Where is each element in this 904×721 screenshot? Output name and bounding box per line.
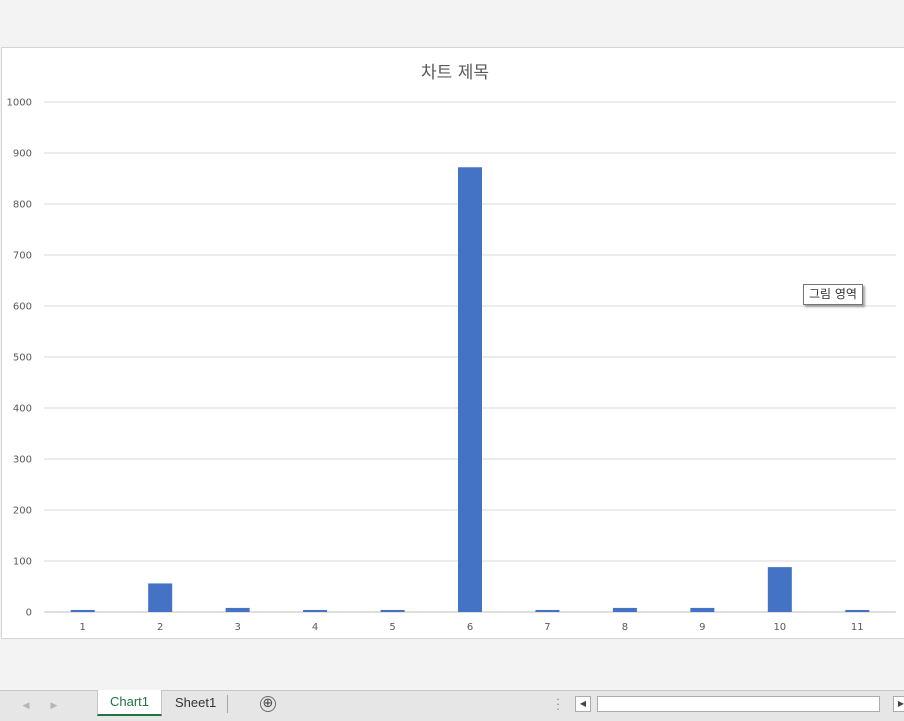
x-tick-label: 9 <box>699 622 705 633</box>
bar[interactable] <box>457 167 483 612</box>
x-tick-label: 8 <box>622 622 628 633</box>
chart-area[interactable]: 차트 제목 0 100 200 300 400 500 600 700 800 900 1000 1… <box>1 47 904 639</box>
splitter-handle-icon[interactable]: · · · <box>556 694 560 715</box>
add-sheet-icon[interactable]: ⊕ <box>260 696 276 712</box>
x-tick-label: 6 <box>467 622 473 633</box>
bar[interactable] <box>535 609 560 612</box>
bar[interactable] <box>225 607 250 612</box>
scroll-right-icon[interactable]: ▶ <box>893 696 904 712</box>
chart-plot: 차트 제목 0 100 200 300 400 500 600 700 800 900 1000 1… <box>7 63 896 633</box>
tab-divider <box>227 695 228 713</box>
bar[interactable] <box>690 607 715 612</box>
bar[interactable] <box>70 609 95 612</box>
y-tick-label: 100 <box>13 557 32 568</box>
y-tick-label: 700 <box>13 251 32 262</box>
scroll-track[interactable] <box>597 696 880 712</box>
horizontal-scrollbar[interactable]: ◀ ▶ <box>575 696 904 712</box>
tab-chart1[interactable]: Chart1 <box>97 690 163 716</box>
y-tick-label: 0 <box>26 608 32 619</box>
y-tick-label: 1000 <box>7 98 32 109</box>
x-tick-label: 2 <box>157 622 163 633</box>
y-tick-label: 400 <box>13 404 32 415</box>
bar[interactable] <box>612 607 637 612</box>
x-tick-label: 4 <box>312 622 318 633</box>
scroll-left-icon[interactable]: ◀ <box>575 696 591 712</box>
scroll-tabs-right-icon[interactable]: ▶ <box>48 699 60 713</box>
workspace-background <box>0 646 904 690</box>
ribbon-area <box>0 0 904 44</box>
plot-area-tooltip: 그림 영역 <box>803 284 863 305</box>
y-tick-label: 500 <box>13 353 32 364</box>
y-tick-label: 200 <box>13 506 32 517</box>
x-tick-label: 7 <box>544 622 550 633</box>
bar[interactable] <box>380 609 405 612</box>
tab-sheet1[interactable]: Sheet1 <box>163 691 228 715</box>
y-tick-label: 600 <box>13 302 32 313</box>
x-tick-label: 3 <box>234 622 240 633</box>
bar[interactable] <box>845 609 870 612</box>
scroll-tabs-left-icon[interactable]: ◀ <box>20 699 32 713</box>
x-tick-label: 5 <box>389 622 395 633</box>
bar[interactable] <box>767 567 792 612</box>
x-tick-label: 10 <box>773 622 786 633</box>
y-tick-label: 800 <box>13 200 32 211</box>
sheet-tab-bar: ◀ ▶ Chart1 Sheet1 ⊕ · · · ◀ ▶ <box>0 690 904 721</box>
chart-title[interactable]: 차트 제목 <box>421 63 489 83</box>
x-tick-label: 1 <box>80 622 86 633</box>
bar[interactable] <box>303 609 328 612</box>
x-tick-label: 11 <box>851 622 864 633</box>
bar[interactable] <box>148 583 173 612</box>
y-tick-label: 900 <box>13 149 32 160</box>
y-tick-label: 300 <box>13 455 32 466</box>
